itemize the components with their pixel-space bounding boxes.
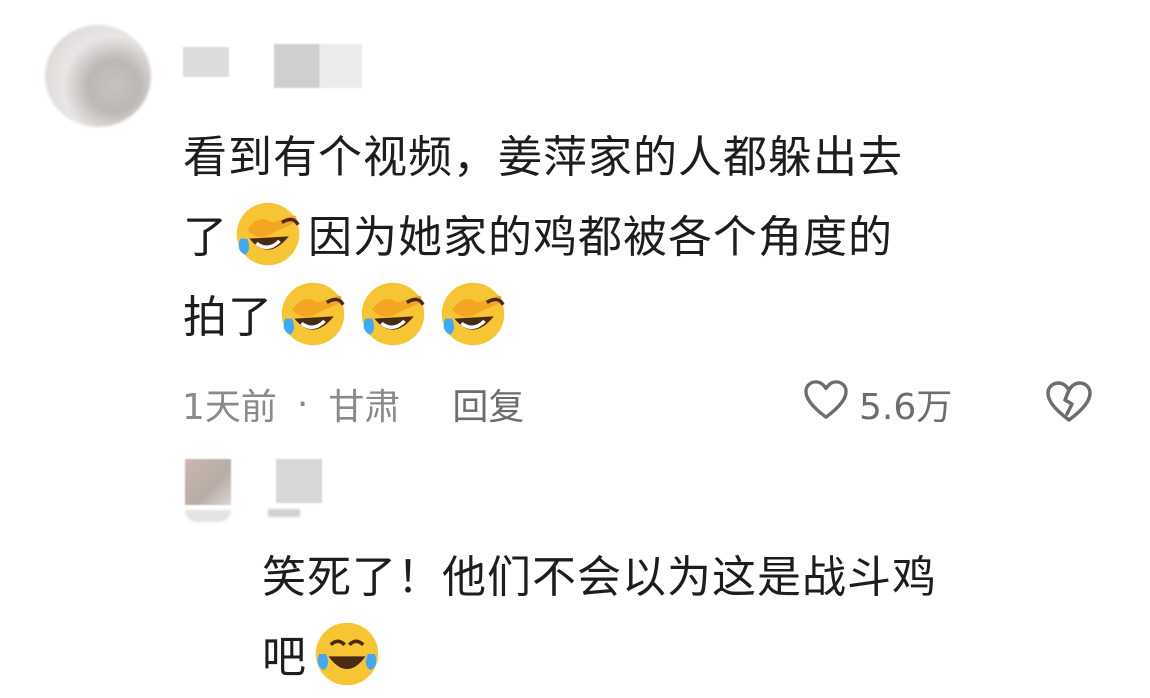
avatar[interactable] [45,25,151,127]
laugh-crying-face-icon [276,277,350,351]
reply-line-2: 吧 [262,618,1142,698]
comment-location: 甘肃 [328,387,401,428]
reply-avatar[interactable] [185,459,231,505]
comment-text: 看到有个视频，姜萍家的人都躲出去 了 因为她家的鸡都被各个角度的 拍了 [183,118,1083,358]
comment-line-2: 了 因为她家的鸡都被各个角度的 [183,198,1083,278]
comment-line-3: 拍了 [183,278,1083,358]
dislike-button[interactable] [1045,380,1093,424]
like-button[interactable]: 5.6万 [803,378,952,430]
laugh-crying-face-icon [310,617,384,691]
username-blurred[interactable] [320,44,362,88]
like-count: 5.6万 [859,387,953,428]
reply-username-blurred [268,509,300,517]
username-blurred[interactable] [274,44,320,88]
comment-meta: 1天前 · 甘肃 回复 [182,378,524,430]
reply-avatar-shadow [185,510,231,522]
comment-line-1: 看到有个视频，姜萍家的人都躲出去 [183,132,903,183]
meta-separator: · [296,383,309,425]
broken-heart-icon [1045,381,1093,428]
laugh-crying-face-icon [231,197,305,271]
laugh-crying-face-icon [356,277,430,351]
heart-icon [803,379,849,430]
reply-line-1: 笑死了！他们不会以为这是战斗鸡 [262,552,937,603]
reply-button[interactable]: 回复 [452,378,524,430]
reply-username-blurred[interactable] [276,459,322,503]
username-blurred[interactable] [183,47,229,77]
laugh-crying-face-icon [436,277,510,351]
reply-text: 笑死了！他们不会以为这是战斗鸡 吧 [262,538,1142,698]
comment-time: 1天前 [182,387,277,428]
